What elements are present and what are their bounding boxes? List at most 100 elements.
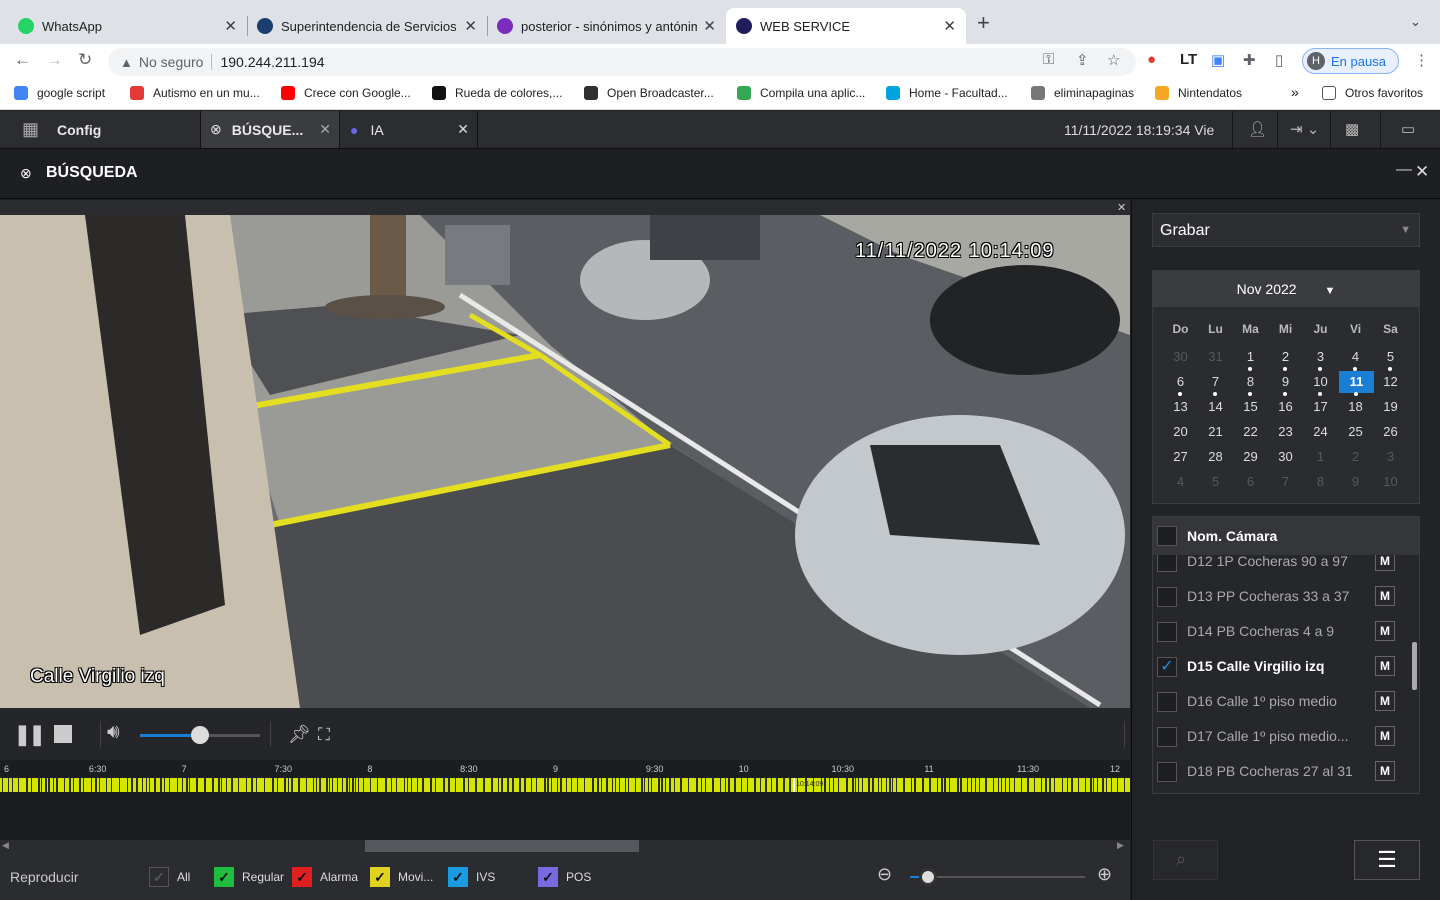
bookmark-item[interactable]: google script: [14, 86, 105, 100]
camera-checkbox[interactable]: [1157, 692, 1177, 712]
calendar-day[interactable]: 12: [1373, 371, 1408, 393]
camera-m-button[interactable]: M: [1375, 691, 1395, 711]
calendar-day[interactable]: 23: [1268, 421, 1303, 443]
zoom-in-icon[interactable]: ⊕: [1097, 864, 1112, 885]
reload-icon[interactable]: ↻: [78, 50, 92, 70]
calendar-day[interactable]: 4: [1163, 471, 1198, 493]
calendar-day[interactable]: 3: [1303, 346, 1338, 371]
extension-lt-icon[interactable]: LT: [1180, 51, 1197, 68]
close-video-icon[interactable]: ✕: [1117, 201, 1126, 214]
calendar-day[interactable]: 1: [1233, 346, 1268, 371]
calendar-day[interactable]: 6: [1233, 471, 1268, 493]
camera-m-button[interactable]: M: [1375, 586, 1395, 606]
minimize-icon[interactable]: —: [1396, 161, 1412, 179]
calendar-day[interactable]: 18: [1338, 396, 1373, 418]
calendar-day[interactable]: 29: [1233, 446, 1268, 468]
playback-mode-label[interactable]: Reproducir: [10, 869, 78, 885]
fullscreen-icon[interactable]: ⛶: [318, 725, 330, 745]
calendar-day[interactable]: 10: [1373, 471, 1408, 493]
camera-m-button[interactable]: M: [1375, 621, 1395, 641]
calendar-day[interactable]: 27: [1163, 446, 1198, 468]
calendar-day[interactable]: 22: [1233, 421, 1268, 443]
qr-icon[interactable]: ▩: [1345, 120, 1359, 138]
more-bookmarks-button[interactable]: »: [1291, 84, 1299, 100]
user-icon[interactable]: 👤︎: [1248, 120, 1267, 138]
calendar-day[interactable]: 3: [1373, 446, 1408, 468]
smart-search-button[interactable]: ⌕: [1153, 840, 1218, 880]
address-bar[interactable]: ▲ No seguro 190.244.211.194: [108, 48, 1136, 76]
camera-m-button[interactable]: M: [1375, 761, 1395, 781]
calendar-day[interactable]: 20: [1163, 421, 1198, 443]
bookmark-item[interactable]: eliminapaginas: [1031, 86, 1134, 100]
chevron-down-icon[interactable]: ▼: [1324, 285, 1335, 297]
calendar-day[interactable]: 21: [1198, 421, 1233, 443]
legend-filter[interactable]: ✓ All: [149, 867, 190, 887]
volume-icon[interactable]: 🔊︎: [107, 721, 120, 744]
legend-checkbox[interactable]: ✓: [370, 867, 390, 887]
zoom-out-icon[interactable]: ⊖: [877, 864, 892, 885]
close-icon[interactable]: ✕: [457, 121, 469, 138]
camera-list-item[interactable]: D18 PB Cocheras 27 al 31 M: [1153, 755, 1403, 785]
camera-list-item[interactable]: ✓ D15 Calle Virgilio izq M: [1153, 650, 1403, 680]
url-text[interactable]: 190.244.211.194: [220, 54, 324, 70]
calendar-day[interactable]: 19: [1373, 396, 1408, 418]
monitor-icon[interactable]: ▭: [1401, 120, 1415, 138]
calendar-day[interactable]: 11: [1339, 371, 1374, 396]
calendar-day[interactable]: 17: [1303, 396, 1338, 418]
calendar-day[interactable]: 5: [1373, 346, 1408, 371]
bookmark-star-icon[interactable]: ☆: [1107, 51, 1120, 69]
calendar-day[interactable]: 2: [1268, 346, 1303, 371]
calendar-day[interactable]: 16: [1268, 396, 1303, 418]
zoom-slider-knob[interactable]: [918, 868, 937, 886]
legend-checkbox[interactable]: ✓: [538, 867, 558, 887]
close-icon[interactable]: ✕: [319, 121, 331, 138]
list-view-button[interactable]: ☰: [1354, 840, 1420, 880]
calendar-day[interactable]: 5: [1198, 471, 1233, 493]
camera-list-item[interactable]: D17 Calle 1º piso medio... M: [1153, 720, 1403, 750]
video-frame[interactable]: [0, 215, 1130, 708]
camera-m-button[interactable]: M: [1375, 656, 1395, 676]
browser-tab[interactable]: posterior - sinónimos y antónim ✕: [487, 8, 726, 44]
bookmark-item[interactable]: Open Broadcaster...: [584, 86, 714, 100]
profile-button[interactable]: H En pausa: [1302, 48, 1399, 74]
browser-tab[interactable]: WhatsApp ✕: [8, 8, 247, 44]
recording-bar[interactable]: [0, 778, 1130, 792]
scroll-left-icon[interactable]: ◀: [2, 840, 9, 851]
calendar-day[interactable]: 4: [1338, 346, 1373, 371]
calendar-day[interactable]: 10: [1303, 371, 1338, 396]
bookmark-item[interactable]: Nintendatos: [1155, 86, 1242, 100]
new-tab-button[interactable]: +: [977, 10, 990, 36]
calendar-day[interactable]: 13: [1163, 396, 1198, 418]
camera-list-scrollbar[interactable]: [1412, 642, 1417, 690]
camera-list-item[interactable]: D13 PP Cocheras 33 a 37 M: [1153, 580, 1403, 610]
legend-filter[interactable]: ✓ Alarma: [292, 867, 358, 887]
calendar-day[interactable]: 15: [1233, 396, 1268, 418]
calendar-day[interactable]: 7: [1198, 371, 1233, 396]
pin-icon[interactable]: 📌︎: [288, 724, 311, 745]
calendar-day[interactable]: 14: [1198, 396, 1233, 418]
bookmark-item[interactable]: Home - Facultad...: [886, 86, 1008, 100]
calendar-day[interactable]: 8: [1233, 371, 1268, 396]
calendar-day[interactable]: 24: [1303, 421, 1338, 443]
volume-slider-knob[interactable]: [191, 726, 209, 744]
camera-checkbox[interactable]: [1157, 762, 1177, 782]
menu-kebab-icon[interactable]: ⋮: [1414, 51, 1429, 69]
tab-ia[interactable]: ● IA ✕: [340, 111, 478, 148]
close-icon[interactable]: ✕: [703, 17, 716, 35]
extensions-puzzle-icon[interactable]: ✚: [1243, 51, 1256, 69]
timeline-scroll-thumb[interactable]: [365, 840, 639, 852]
calendar-day[interactable]: 30: [1163, 346, 1198, 368]
timeline[interactable]: 6 6:30 7 7:30 8 8:30 9 9:30 10 10:30 11 11:30 12: [0, 760, 1130, 840]
legend-filter[interactable]: ✓ IVS: [448, 867, 495, 887]
scroll-right-icon[interactable]: ▶: [1117, 840, 1124, 851]
bookmark-item[interactable]: Compila una aplic...: [737, 86, 865, 100]
legend-filter[interactable]: ✓ POS: [538, 867, 591, 887]
bookmark-item[interactable]: Rueda de colores,...: [432, 86, 562, 100]
bookmark-item[interactable]: Autismo en un mu...: [130, 86, 260, 100]
close-icon[interactable]: ✕: [224, 17, 237, 35]
tab-search-chevron-icon[interactable]: ⌄: [1410, 14, 1421, 30]
stop-icon[interactable]: [54, 725, 72, 743]
legend-checkbox[interactable]: ✓: [149, 867, 169, 887]
calendar-day[interactable]: 31: [1198, 346, 1233, 368]
timeline-cursor[interactable]: [793, 778, 795, 792]
